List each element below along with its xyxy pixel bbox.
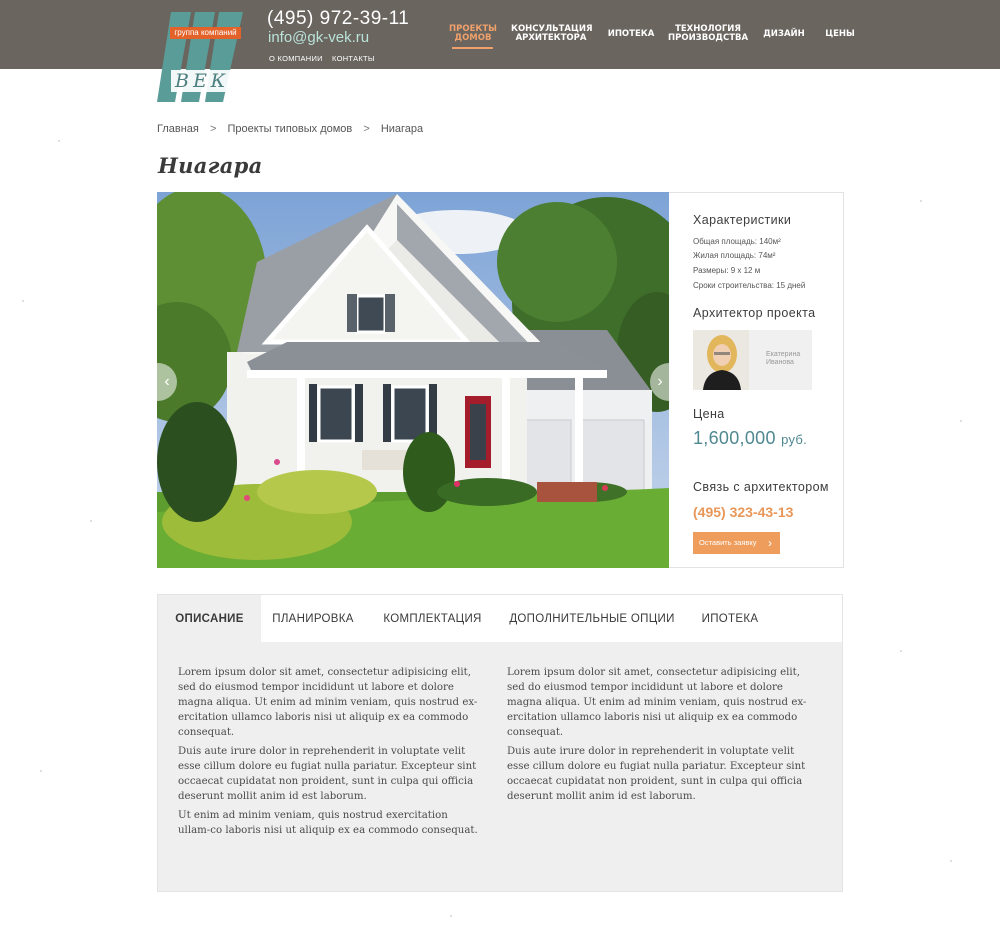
background-texture — [90, 520, 92, 522]
breadcrumb-separator: > — [363, 123, 370, 135]
background-texture — [900, 650, 902, 652]
nav-prices[interactable]: Цены — [822, 30, 858, 39]
description-paragraph: Lorem ipsum dolor sit amet, consectetur … — [178, 667, 478, 738]
description-paragraph: Lorem ipsum dolor sit amet, consectetur … — [507, 667, 807, 738]
description-left: Lorem ipsum dolor sit amet, consectetur … — [178, 665, 483, 842]
nav-consultation[interactable]: Консультация архитектора — [511, 25, 593, 43]
background-texture — [950, 860, 952, 862]
description-paragraph: Duis aute irure dolor in reprehenderit i… — [507, 746, 806, 802]
architect-last-name: Иванова — [766, 359, 794, 366]
breadcrumb-current: Ниагара — [380, 123, 424, 135]
background-texture — [450, 915, 452, 917]
header-email[interactable]: info@gk-vek.ru — [268, 29, 369, 46]
chevron-right-icon: › — [657, 373, 663, 390]
nav-label: производства — [668, 33, 749, 43]
chevron-left-icon: ‹ — [164, 373, 170, 390]
architect-heading: Архитектор проекта — [693, 306, 816, 320]
nav-label: архитектора — [515, 33, 587, 43]
tab-mortgage[interactable]: Ипотека — [684, 595, 776, 642]
nav-label: Ипотека — [607, 29, 655, 39]
project-tabs: Описание Планировка Комплектация Дополни… — [157, 594, 843, 892]
house-photo[interactable] — [157, 192, 669, 568]
architect-phone[interactable]: (495) 323-43-13 — [693, 504, 793, 520]
nav-active-indicator — [452, 47, 493, 49]
background-texture — [22, 300, 24, 302]
background-texture — [40, 770, 42, 772]
spec-dimensions: Размеры: 9 x 12 м — [693, 266, 761, 275]
about-link[interactable]: О компании — [269, 54, 323, 63]
project-info-panel: Характеристики Общая площадь: 140м² Жила… — [669, 192, 844, 568]
tab-layout[interactable]: Планировка — [261, 595, 365, 642]
background-texture — [920, 200, 922, 202]
specs-heading: Характеристики — [693, 213, 792, 227]
logo-letter: В — [175, 70, 189, 92]
nav-label: Дизайн — [763, 29, 805, 39]
price-amount: 1,600,000 — [693, 428, 776, 448]
nav-design[interactable]: Дизайн — [762, 30, 806, 39]
nav-projects[interactable]: Проекты домов — [449, 25, 497, 43]
contacts-link[interactable]: Контакты — [332, 54, 375, 63]
tab-bar: Описание Планировка Комплектация Дополни… — [158, 595, 842, 642]
spec-build-time: Сроки строительства: 15 дней — [693, 281, 806, 290]
background-texture — [960, 420, 962, 422]
price-currency: руб. — [781, 432, 808, 447]
tab-equipment[interactable]: Комплектация — [365, 595, 500, 642]
chevron-right-icon: › — [768, 536, 772, 550]
spec-total-area: Общая площадь: 140м² — [693, 237, 781, 246]
description-paragraph: Ut enim ad minim veniam, quis nostrud ex… — [178, 810, 478, 836]
breadcrumb-home[interactable]: Главная — [157, 123, 199, 135]
architect-first-name: Екатерина — [766, 351, 801, 358]
logo-letter: Е — [193, 70, 207, 92]
header-phone[interactable]: (495) 972-39-11 — [267, 8, 409, 30]
page-title: Ниагара — [158, 153, 263, 178]
background-texture — [58, 140, 60, 142]
request-button[interactable]: Оставить заявку › — [693, 532, 780, 554]
request-button-label: Оставить заявку — [699, 538, 757, 547]
tab-extra-options[interactable]: Дополнительные опции — [500, 595, 684, 642]
price-heading: Цена — [693, 407, 725, 421]
price-value: 1,600,000 руб. — [693, 428, 807, 449]
architect-name: Екатерина Иванова — [766, 351, 800, 367]
architect-avatar — [693, 330, 749, 390]
nav-mortgage[interactable]: Ипотека — [605, 30, 657, 39]
description-right: Lorem ipsum dolor sit amet, consectetur … — [507, 665, 812, 808]
tab-description[interactable]: Описание — [158, 595, 261, 642]
logo-badge: группа компаний — [170, 27, 241, 39]
breadcrumb-separator: > — [209, 123, 217, 135]
description-paragraph: Duis aute irure dolor in reprehenderit i… — [178, 746, 477, 802]
breadcrumb: Главная > Проекты типовых домов > Ниагар… — [157, 123, 431, 135]
spec-living-area: Жилая площадь: 74м² — [693, 251, 776, 260]
nav-label: Цены — [825, 29, 855, 39]
contact-heading: Связь с архитектором — [693, 480, 829, 494]
nav-technology[interactable]: Технология производства — [668, 25, 748, 43]
logo-letter: К — [210, 70, 226, 92]
breadcrumb-projects[interactable]: Проекты типовых домов — [227, 123, 352, 135]
nav-label: домов — [454, 33, 492, 43]
